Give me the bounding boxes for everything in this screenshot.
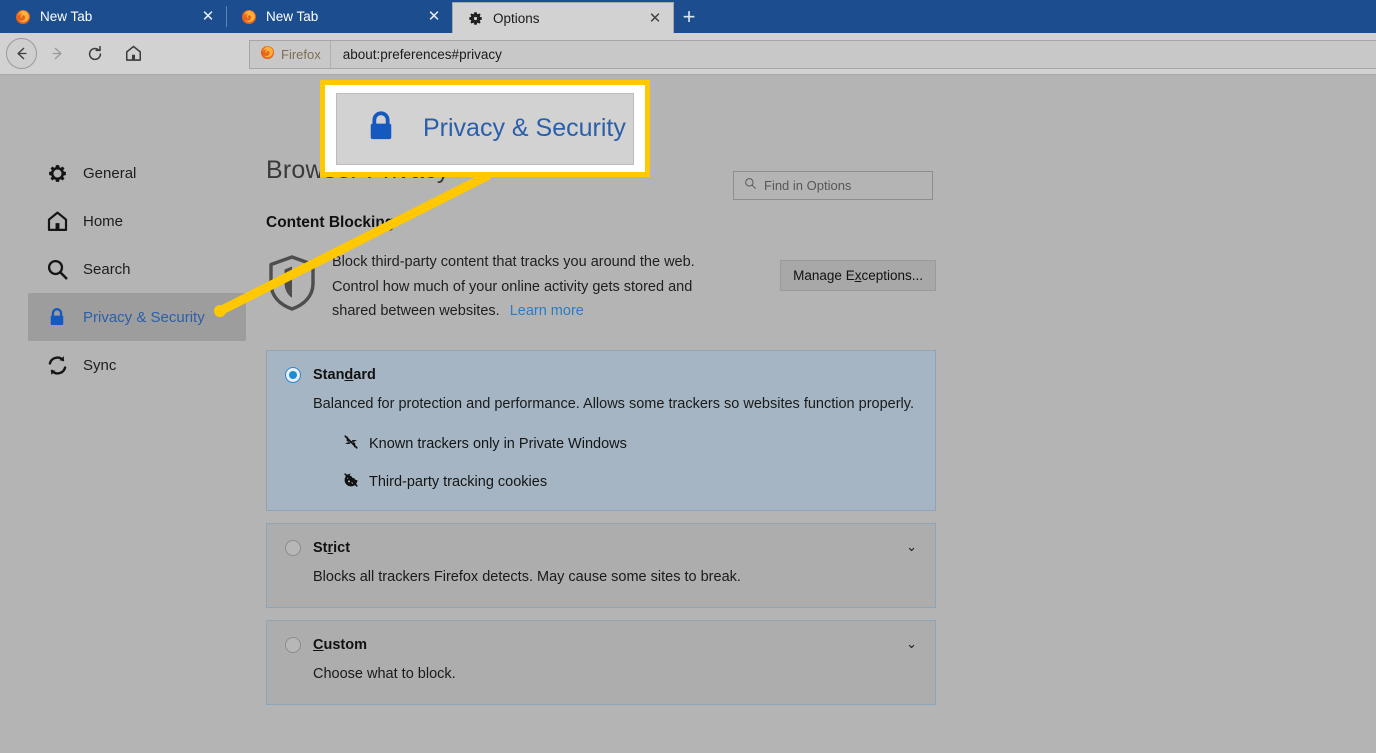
firefox-logo-icon <box>240 8 257 25</box>
arrow-left-icon <box>17 47 27 60</box>
sidebar-item-search[interactable]: Search <box>28 245 246 293</box>
option-label-strict: Strict <box>313 539 351 556</box>
sidebar-item-privacy-security[interactable]: Privacy & Security <box>28 293 246 341</box>
back-button[interactable] <box>6 38 37 69</box>
manage-exceptions-post: ceptions... <box>861 268 923 283</box>
option-description-standard: Balanced for protection and performance.… <box>313 395 914 412</box>
reload-button[interactable] <box>77 36 113 72</box>
new-tab-button[interactable]: + <box>674 0 704 33</box>
forward-button[interactable] <box>39 36 75 72</box>
manage-exceptions-button[interactable]: Manage Exceptions... <box>780 260 936 291</box>
identity-box[interactable]: Firefox <box>250 41 331 68</box>
chevron-down-icon[interactable]: ⌄ <box>906 540 917 553</box>
close-icon[interactable]: ✕ <box>424 7 444 27</box>
learn-more-link[interactable]: Learn more <box>510 303 584 319</box>
content-blocking-options: Standard Balanced for protection and per… <box>266 349 936 705</box>
home-button[interactable] <box>115 36 151 72</box>
option-feature-label: Known trackers only in Private Windows <box>369 435 627 452</box>
gear-icon <box>44 160 70 186</box>
close-icon[interactable]: ✕ <box>198 7 218 27</box>
sidebar-item-home[interactable]: Home <box>28 197 246 245</box>
tab-bar: New Tab ✕ New Tab ✕ Options ✕ + <box>0 0 1376 33</box>
tracker-blocked-icon <box>343 434 359 454</box>
radio-standard[interactable] <box>285 366 301 383</box>
sidebar-item-general[interactable]: General <box>28 149 246 197</box>
option-card-custom[interactable]: Custom Choose what to block. ⌄ <box>266 619 936 705</box>
radio-strict[interactable] <box>285 539 301 556</box>
option-header: Strict <box>285 539 917 556</box>
option-feature-trackers: Known trackers only in Private Windows <box>343 434 917 454</box>
firefox-logo-icon <box>14 8 31 25</box>
browser-tab-options[interactable]: Options ✕ <box>452 2 674 33</box>
cb-desc-line-3: shared between websites. Learn more <box>332 299 780 324</box>
content-blocking-row: Block third-party content that tracks yo… <box>266 250 936 324</box>
tab-title: Options <box>493 10 540 26</box>
sidebar-item-label: Privacy & Security <box>83 308 205 326</box>
content-blocking-description: Block third-party content that tracks yo… <box>332 250 780 324</box>
option-feature-cookies: Third-party tracking cookies <box>343 472 917 492</box>
option-label-custom: Custom <box>313 636 367 653</box>
option-description-custom: Choose what to block. <box>313 665 456 682</box>
callout-highlight-privacy-security: Privacy & Security <box>320 80 650 177</box>
chevron-down-icon[interactable]: ⌄ <box>906 637 917 650</box>
option-label-standard: Standard <box>313 366 376 383</box>
shield-icon <box>266 250 332 324</box>
option-description-strict: Blocks all trackers Firefox detects. May… <box>313 568 741 585</box>
content-blocking-heading: Content Blocking <box>266 214 395 231</box>
firefox-logo-icon <box>260 45 275 65</box>
cb-desc-line-2: Control how much of your online activity… <box>332 278 693 295</box>
callout-label: Privacy & Security <box>423 114 626 142</box>
option-card-standard[interactable]: Standard Balanced for protection and per… <box>266 349 936 511</box>
option-header: Standard <box>285 366 917 383</box>
close-icon[interactable]: ✕ <box>645 8 665 28</box>
callout-content[interactable]: Privacy & Security <box>336 92 634 165</box>
url-text[interactable]: about:preferences#privacy <box>331 47 502 62</box>
home-icon <box>125 45 141 61</box>
lock-icon <box>44 304 70 330</box>
option-header: Custom <box>285 636 917 653</box>
reload-icon <box>88 45 102 60</box>
cb-desc-line-3-text: shared between websites. <box>332 303 500 319</box>
sidebar-item-sync[interactable]: Sync <box>28 341 246 389</box>
sync-icon <box>44 352 70 378</box>
option-card-strict[interactable]: Strict Blocks all trackers Firefox detec… <box>266 522 936 608</box>
option-feature-label: Third-party tracking cookies <box>369 473 548 490</box>
browser-tab-2[interactable]: New Tab ✕ <box>226 0 452 33</box>
arrow-right-icon <box>51 47 62 60</box>
tab-title: New Tab <box>266 9 319 24</box>
cookie-blocked-icon <box>343 472 359 492</box>
firefox-options-window: New Tab ✕ New Tab ✕ Options ✕ + Firefox … <box>0 0 1376 753</box>
lock-icon <box>363 108 399 149</box>
sidebar-item-label: Sync <box>83 356 117 374</box>
gear-icon <box>467 10 484 27</box>
home-icon <box>44 208 70 234</box>
manage-exceptions-pre: Manage E <box>793 268 855 283</box>
preferences-sidebar: General Home Search Privacy & Security S… <box>28 149 246 389</box>
sidebar-item-label: Search <box>83 260 131 278</box>
radio-custom[interactable] <box>285 636 301 653</box>
options-page: Find in Options General Home Search Priv… <box>0 76 1376 753</box>
url-bar[interactable]: Firefox about:preferences#privacy <box>249 40 1376 69</box>
identity-label: Firefox <box>281 47 321 62</box>
sidebar-item-label: General <box>83 164 137 182</box>
sidebar-item-label: Home <box>83 212 124 230</box>
browser-tab-1[interactable]: New Tab ✕ <box>0 0 226 33</box>
cb-desc-line-1: Block third-party content that tracks yo… <box>332 254 695 270</box>
search-icon <box>44 256 70 282</box>
tab-title: New Tab <box>40 9 93 24</box>
